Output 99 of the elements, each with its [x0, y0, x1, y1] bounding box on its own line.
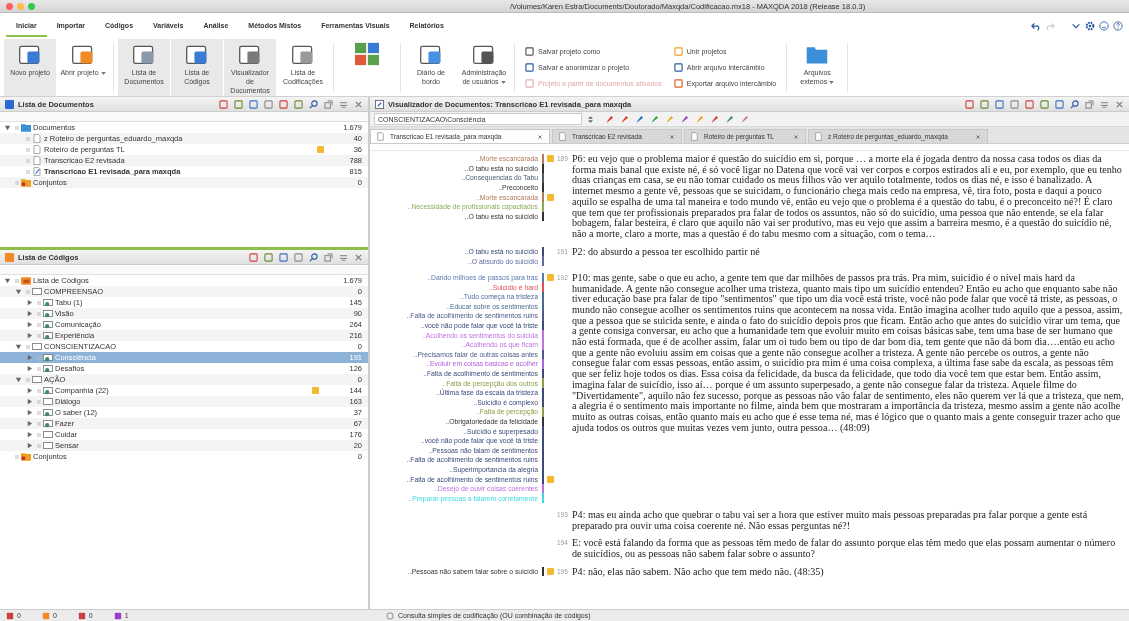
- drag-handle-icon[interactable]: [37, 298, 41, 307]
- help-icon[interactable]: [1113, 21, 1123, 31]
- expand-triangle-icon[interactable]: [26, 387, 33, 394]
- code-icon: [43, 419, 53, 428]
- drag-handle-icon[interactable]: [26, 145, 30, 154]
- expand-triangle-icon[interactable]: [26, 332, 33, 339]
- chevron-down-icon[interactable]: [1071, 21, 1081, 31]
- paragraph-text: P4: não, elas não sabem. Não acho que tem medo não. (48:35): [572, 566, 825, 578]
- redo-icon[interactable]: [1045, 21, 1055, 31]
- close-icon[interactable]: [793, 133, 799, 140]
- expand-triangle-icon[interactable]: [26, 420, 33, 427]
- expand-triangle-icon[interactable]: [26, 365, 33, 372]
- close-icon[interactable]: [537, 133, 543, 140]
- paragraph-text: E: você está falando da forma que as pessoas têm medo de falar do assunto porque elas têm medo que elas possam aumentar o número de suicídios, ou as pessoas não sabem falar sobre o assunto?: [572, 538, 1117, 560]
- paragraph-text: P10: mas gente, sabe o que eu acho, a gente tem que dar milhões de passos pra trás. Pra mim, suicídio é o nível mais hard da humanidade. A gente não consegue acolher uma tristeza, quanto mais tipo um suicídio entendeu? Então eu acho que enquanto sabe não tiver educação base pra falar de tipo "sentimentos" que tipo um dia você está triste, você não pode falar que você tá triste, as pessoas, o mundo não consegue acolher os sentimentos ruins que acontecem na nossa vida. Então imagina acolher tudo aquilo que a pessoa, assim, que a pessoa que se suicida sente, e ainda o fato do suicídio depois pros que ficam. Então acho que antes do suicídio virar um tema, que a gente consiga conversar, eu acho que a humanidade tem que evoluir muito em coisas básicas sabe, tem uma base de ser humano que não está formada, que é de acolher assim, falar um oi tudo bem ou tipo de dar bom dia, tem gente que não dá bom dia….então eu acho que a gente não evoluiu assim em coisas que a gente não consegue acolher a tristeza. A gente não percebe os outros, a gente não consegue falar com essas pessoas, então assim, o suicídio pra mim é uma coisa complexa, a última fase sabe da escala, as pessoas têm que ser feliz hoje todos os dias. Essa coisa da felicidade, da busca da felicidade, que todo dia você tem que estar bem. Então assim, imagina falar de suicídio, isso aí… porque é um assunto superpesado, a gente não consegue falar da tristeza. Aquele filme do "Divertidamente", aquilo não fez sucesso, porque as pessoas não vão falar de sentimento, eles não querem ver lá que a tristeza, que nem, a alegria é o sentimento mais importante no filme, ainda bem que mostraram a importância da tristeza, mesmo assim a gente não acolhe muito as outras coisas, então quanto mais eu acho que é esse tema né, mas é lógico que o quanto mais a gente conseguir trazer acho que ajuda todos os outros que muitas vezes vem junto, outra pessoa… (48:09): [572, 272, 1125, 435]
- expand-triangle-icon[interactable]: [26, 310, 33, 317]
- code-list-icon: [5, 252, 14, 262]
- code-icon: [43, 320, 53, 329]
- expand-triangle-icon[interactable]: [26, 398, 33, 405]
- undock-icon[interactable]: [1085, 99, 1094, 109]
- expand-triangle-icon[interactable]: [26, 442, 33, 449]
- drag-handle-icon[interactable]: [37, 430, 41, 439]
- zoom-window-icon[interactable]: [28, 2, 35, 10]
- code-icon: [43, 386, 53, 395]
- expand-triangle-icon[interactable]: [26, 299, 33, 306]
- code-icon: [32, 287, 42, 296]
- code-icon: [32, 375, 42, 384]
- coding-stripe[interactable]: [542, 211, 544, 222]
- query-icon[interactable]: [386, 611, 394, 620]
- collapse-triangle-icon[interactable]: [4, 124, 11, 131]
- status-icon[interactable]: [6, 611, 14, 620]
- document-icon: [815, 132, 822, 141]
- code-icon: [43, 364, 53, 373]
- code-icon: [43, 353, 53, 362]
- paragraph-text: P6: eu vejo que o problema maior é questão do suicídio em si, porque … a morte ela é jogada dentro da nossa casa todos os dias da forma mais banal que existe né, é só você ligar no Datena que você vai ver corpos e corpos estirados ali e eu, por exemplo, que eu tenho duas crianças em casa, se eu não tomar cuidado os meus filhos vão ver aquilo totalmente, todos os dias né, e isso é banalizado. A internet mesmo a gente vê, pessoas que se suicidam, o funcionário chega mais cedo na empresa, vê, tira foto, posta e daqui a pouco aquilo se espalha de uma tal maneira e todo mundo vê, então eu vejo que o problema é a questão do tabu, é o preconceito né?! É claro que tem que ter profissionais preparados pra falar de todos os assuntos, não só do suicídio, uma pessoa que não entende, se ela falar bobagem, falar besteira, é claro que aquilo não vai ser produtivo, mas eu vejo que assim a barreira mesmo, é a questão do suicídio né, não a morte, claro a morte, mas a questão é do tabu mesmo com a situação, com o tema…: [572, 154, 1123, 240]
- folder-icon: [21, 452, 31, 461]
- drag-handle-icon[interactable]: [37, 408, 41, 417]
- document-viewer-icon: [375, 99, 384, 109]
- close-icon[interactable]: [1115, 99, 1124, 109]
- drag-handle-icon[interactable]: [15, 452, 19, 461]
- drag-handle-icon[interactable]: [37, 386, 41, 395]
- close-icon[interactable]: [354, 252, 363, 262]
- code-icon: [32, 342, 42, 351]
- close-icon[interactable]: [669, 133, 675, 140]
- folder-icon: [21, 178, 31, 187]
- status-icon[interactable]: [41, 611, 50, 620]
- drag-handle-icon[interactable]: [37, 364, 41, 373]
- paragraph-text: P4: mas eu ainda acho que quebrar o tabu vai ser a hora que estiver muito mais pessoas preparadas pra falar porque a gente está preparado pra ouvir uma coisa coerente né. Não essas perguntas né?!: [572, 510, 1089, 532]
- code-list-icon: [21, 276, 31, 285]
- code-icon: [43, 331, 53, 340]
- drag-handle-icon[interactable]: [37, 320, 41, 329]
- smiley-icon[interactable]: [1099, 21, 1109, 31]
- close-icon[interactable]: [975, 133, 981, 140]
- undock-icon[interactable]: [324, 252, 333, 262]
- drag-handle-icon[interactable]: [26, 342, 30, 351]
- memo-icon[interactable]: [546, 193, 554, 201]
- drag-handle-icon[interactable]: [15, 123, 19, 132]
- code-icon: [43, 397, 53, 406]
- collapse-triangle-icon[interactable]: [4, 277, 11, 284]
- collapse-triangle-icon[interactable]: [15, 343, 22, 350]
- memo-icon[interactable]: [546, 155, 554, 163]
- code-icon: [43, 309, 53, 318]
- code-icon: [43, 408, 53, 417]
- memo-icon[interactable]: [316, 146, 324, 153]
- settings-icon[interactable]: [1085, 21, 1095, 31]
- search-icon[interactable]: [309, 99, 318, 109]
- document-icon: [691, 132, 698, 141]
- expand-triangle-icon[interactable]: [26, 431, 33, 438]
- expand-triangle-icon[interactable]: [26, 321, 33, 328]
- minimize-icon[interactable]: [339, 99, 348, 109]
- stepper-icon[interactable]: [588, 114, 593, 124]
- collapse-triangle-icon[interactable]: [15, 376, 22, 383]
- minimize-icon[interactable]: [339, 252, 348, 262]
- drag-handle-icon[interactable]: [26, 167, 30, 176]
- expand-triangle-icon[interactable]: [26, 409, 33, 416]
- edit-document-icon: [32, 167, 42, 176]
- document-icon: [559, 132, 566, 141]
- document-icon: [377, 132, 384, 141]
- status-icon[interactable]: [77, 611, 86, 620]
- undo-icon[interactable]: [1031, 21, 1041, 31]
- drag-handle-icon[interactable]: [15, 276, 19, 285]
- minimize-icon[interactable]: [1100, 99, 1109, 109]
- search-icon[interactable]: [309, 252, 318, 262]
- undock-icon[interactable]: [324, 99, 333, 109]
- coding-stripe[interactable]: [542, 566, 544, 577]
- expand-triangle-icon[interactable]: [26, 354, 33, 361]
- coding-stripe[interactable]: [542, 246, 544, 257]
- close-icon[interactable]: [354, 99, 363, 109]
- search-icon[interactable]: [1070, 99, 1079, 109]
- memo-icon[interactable]: [546, 475, 554, 483]
- code-icon: [43, 298, 53, 307]
- status-icon[interactable]: [113, 611, 122, 620]
- memo-icon[interactable]: [312, 387, 320, 394]
- collapse-triangle-icon[interactable]: [15, 288, 22, 295]
- memo-icon[interactable]: [546, 274, 554, 282]
- paragraph-text: P2: do absurdo a pessoa ter escolhido partir né: [572, 246, 761, 259]
- document-list-icon: [5, 99, 14, 109]
- close-window-icon[interactable]: [6, 2, 13, 10]
- grid-icon: [354, 42, 380, 66]
